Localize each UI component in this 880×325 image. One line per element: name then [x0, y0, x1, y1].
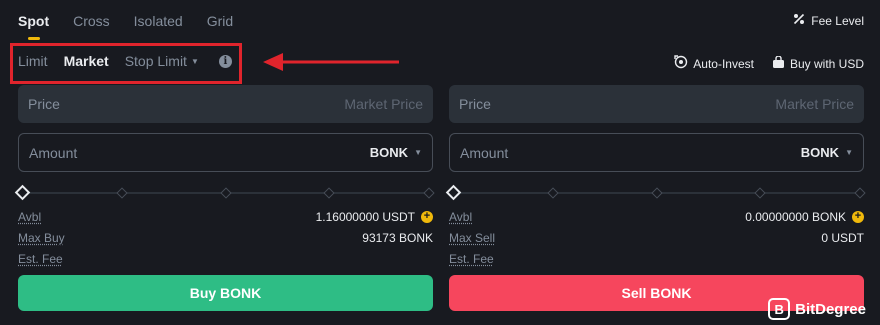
buy-price-placeholder: Market Price: [344, 96, 423, 112]
annotation-highlight-box: [10, 43, 242, 84]
bitdegree-watermark: B BitDegree: [768, 298, 866, 320]
tab-grid[interactable]: Grid: [207, 13, 233, 29]
slider-mark-25[interactable]: [116, 187, 128, 199]
buy-with-usd-label: Buy with USD: [789, 56, 864, 71]
sell-avbl-value: 0.00000000 BONK: [745, 209, 846, 224]
sell-price-placeholder: Market Price: [775, 96, 854, 112]
add-funds-icon[interactable]: +: [852, 210, 864, 223]
sell-fee-label: Est. Fee: [449, 251, 494, 266]
auto-invest-icon: [674, 55, 688, 72]
buy-amount-input[interactable]: Amount BONK ▼: [18, 133, 433, 172]
caret-down-icon: ▼: [414, 148, 422, 157]
buy-max-value: 93173 BONK: [362, 230, 433, 245]
annotation-arrow-icon: [263, 53, 399, 71]
buy-amount-unit-select[interactable]: BONK ▼: [370, 145, 422, 160]
margin-mode-tabs: Spot Cross Isolated Grid: [18, 0, 233, 42]
tab-spot[interactable]: Spot: [18, 13, 49, 40]
slider-handle[interactable]: [445, 184, 462, 201]
sell-avbl-label: Avbl: [449, 209, 473, 224]
sell-price-label: Price: [459, 96, 491, 112]
buy-with-usd-link[interactable]: Buy with USD: [772, 54, 864, 72]
slider-handle[interactable]: [14, 184, 31, 201]
bitdegree-logo-icon: B: [768, 298, 791, 320]
buy-max-label: Max Buy: [18, 230, 65, 245]
watermark-text: BitDegree: [795, 300, 866, 318]
sell-amount-unit: BONK: [800, 145, 840, 160]
sell-amount-input[interactable]: Amount BONK ▼: [449, 133, 864, 172]
auto-invest-link[interactable]: Auto-Invest: [674, 55, 754, 72]
sell-amount-unit-select[interactable]: BONK ▼: [801, 145, 853, 160]
sell-max-row: Max Sell 0 USDT: [449, 230, 864, 245]
buy-avbl-value: 1.16000000 USDT: [315, 209, 415, 224]
sell-panel: Price Market Price Amount BONK ▼ Avbl 0.0…: [445, 85, 866, 311]
sell-amount-label: Amount: [460, 144, 509, 161]
slider-mark-100[interactable]: [854, 187, 866, 199]
buy-max-row: Max Buy 93173 BONK: [18, 230, 433, 245]
sell-fee-row: Est. Fee: [449, 251, 864, 266]
slider-mark-50[interactable]: [219, 187, 232, 199]
sell-price-field[interactable]: Price Market Price: [449, 85, 864, 123]
sell-max-label: Max Sell: [449, 230, 496, 245]
buy-fee-label: Est. Fee: [18, 251, 63, 266]
fee-level-label: Fee Level: [811, 13, 864, 28]
slider-mark-100[interactable]: [423, 187, 435, 199]
fee-level-link[interactable]: Fee Level: [793, 13, 864, 28]
buy-avbl-label: Avbl: [18, 209, 42, 224]
auto-invest-label: Auto-Invest: [693, 56, 754, 71]
buy-panel: Price Market Price Amount BONK ▼ Avbl 1.1…: [14, 85, 435, 311]
percent-icon: [793, 13, 805, 28]
buy-price-field[interactable]: Price Market Price: [18, 85, 433, 123]
sell-avbl-row: Avbl 0.00000000 BONK +: [449, 209, 864, 224]
tab-cross[interactable]: Cross: [73, 13, 110, 29]
slider-mark-25[interactable]: [547, 187, 559, 199]
tab-isolated[interactable]: Isolated: [134, 13, 183, 29]
slider-mark-50[interactable]: [650, 187, 663, 199]
slider-mark-75[interactable]: [323, 187, 335, 199]
sell-max-value: 0 USDT: [821, 230, 864, 245]
add-funds-icon[interactable]: +: [421, 210, 433, 223]
bag-icon: [772, 54, 785, 72]
buy-amount-label: Amount: [29, 144, 78, 161]
buy-price-label: Price: [28, 96, 60, 112]
caret-down-icon: ▼: [845, 148, 853, 157]
slider-mark-75[interactable]: [754, 187, 766, 199]
sell-amount-slider[interactable]: [445, 184, 866, 201]
buy-avbl-row: Avbl 1.16000000 USDT +: [18, 209, 433, 224]
buy-amount-slider[interactable]: [14, 184, 435, 201]
buy-button[interactable]: Buy BONK: [18, 275, 433, 311]
buy-amount-unit: BONK: [369, 145, 409, 160]
trade-links: Auto-Invest Buy with USD: [674, 54, 864, 72]
buy-fee-row: Est. Fee: [18, 251, 433, 266]
